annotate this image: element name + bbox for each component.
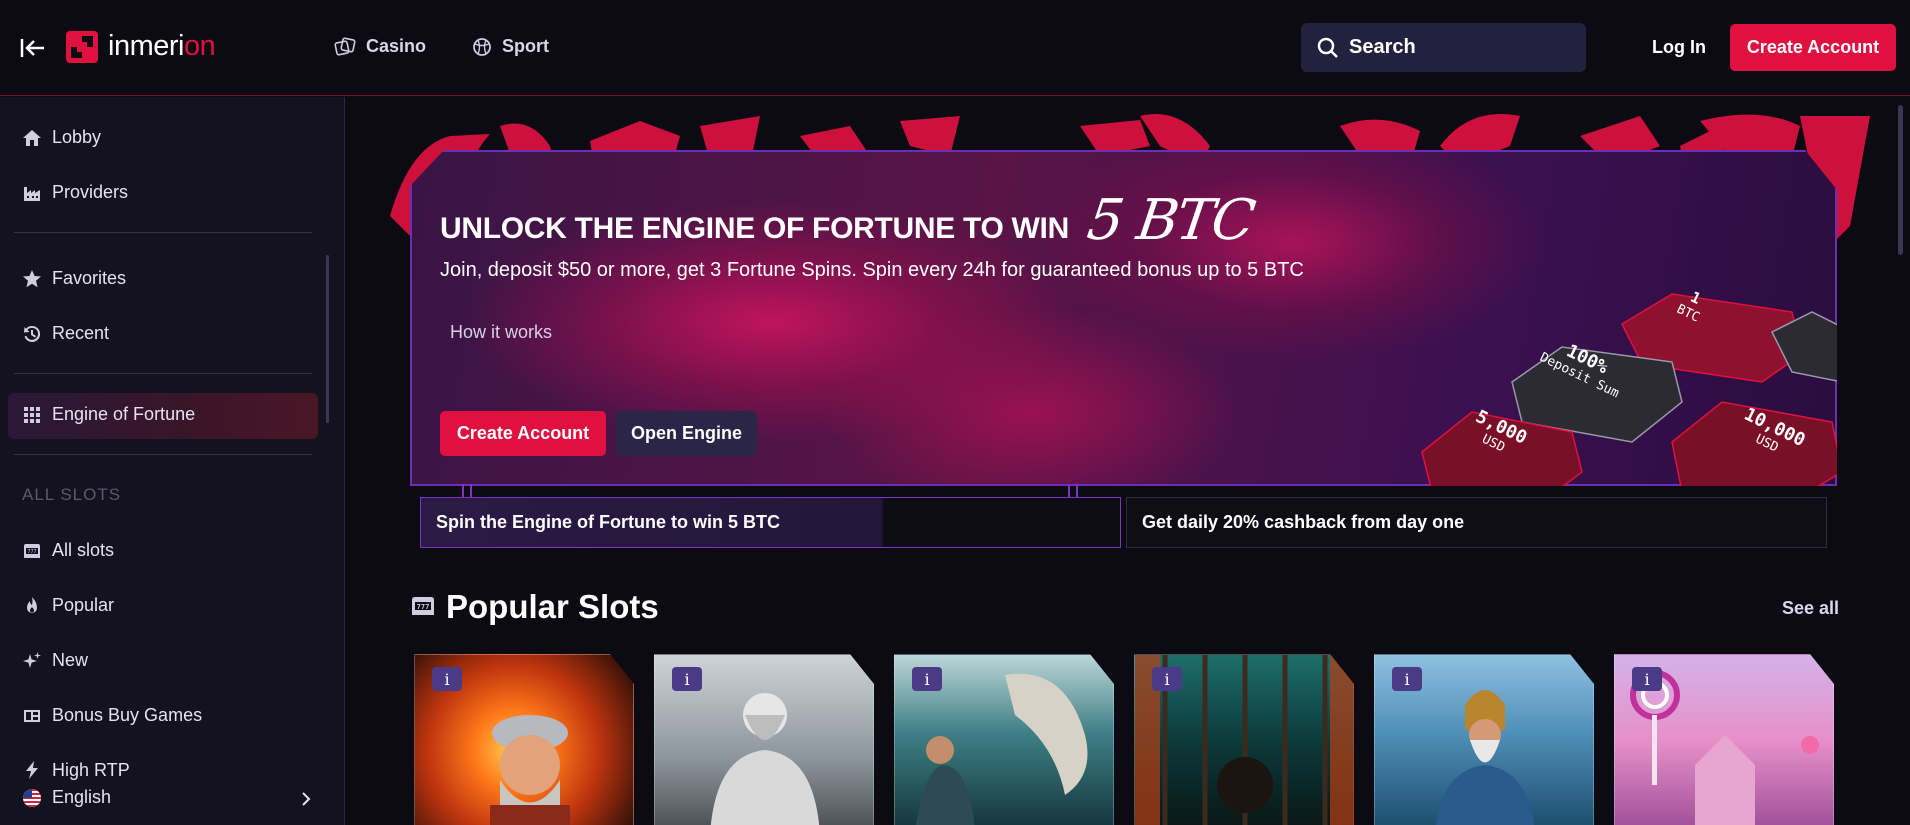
sidebar-scrollbar[interactable] xyxy=(326,255,329,423)
game-art xyxy=(470,695,590,825)
see-all-link[interactable]: See all xyxy=(1782,598,1839,619)
promo-card-fortune[interactable]: Spin the Engine of Fortune to win 5 BTC xyxy=(420,497,1121,548)
game-art xyxy=(1415,675,1555,825)
info-badge[interactable]: i xyxy=(672,667,702,691)
svg-text:777: 777 xyxy=(417,603,430,611)
info-badge[interactable]: i xyxy=(1152,667,1182,691)
sidebar-item-providers[interactable]: Providers xyxy=(22,182,128,203)
nav-casino[interactable]: Casino xyxy=(334,36,426,57)
sidebar-item-high-rtp[interactable]: High RTP xyxy=(22,760,130,780)
nav-sport-label: Sport xyxy=(502,36,550,56)
svg-text:777: 777 xyxy=(27,549,36,555)
sidebar-item-popular[interactable]: Popular xyxy=(22,595,114,616)
open-engine-button[interactable]: Open Engine xyxy=(616,411,757,456)
sidebar-item-label: Popular xyxy=(52,595,115,615)
sidebar-section-heading: ALL SLOTS xyxy=(22,485,122,504)
game-art xyxy=(695,675,835,825)
game-card[interactable]: i xyxy=(414,654,634,825)
game-card[interactable]: i xyxy=(894,654,1114,825)
sidebar-item-label: Favorites xyxy=(52,268,127,288)
sidebar-item-label: New xyxy=(52,650,89,670)
brand-logo[interactable]: inmerion xyxy=(66,30,216,63)
sidebar-item-lobby[interactable]: Lobby xyxy=(22,127,101,148)
banner-connector xyxy=(462,484,472,498)
main-scrollbar[interactable] xyxy=(1898,105,1903,255)
star-icon xyxy=(23,269,41,287)
search-icon xyxy=(1317,37,1338,58)
flame-icon xyxy=(27,596,37,613)
sidebar-item-label: Engine of Fortune xyxy=(52,404,196,424)
game-card[interactable]: i xyxy=(1374,654,1594,825)
casino-chip-icon xyxy=(334,36,356,56)
sidebar: Lobby Providers Favorites Recent Engine … xyxy=(0,97,345,825)
banner-subtitle: Join, deposit $50 or more, get 3 Fortune… xyxy=(440,259,1304,281)
sidebar-item-favorites[interactable]: Favorites xyxy=(22,268,126,289)
sidebar-item-label: Lobby xyxy=(52,127,102,147)
how-it-works-link[interactable]: How it works xyxy=(450,322,552,343)
header-create-account-button[interactable]: Create Account xyxy=(1730,24,1896,71)
sparkle-icon xyxy=(23,651,41,668)
info-badge[interactable]: i xyxy=(1632,667,1662,691)
game-card[interactable]: i xyxy=(1134,654,1354,825)
sidebar-item-label: Providers xyxy=(52,182,129,202)
sidebar-item-new[interactable]: New xyxy=(22,650,88,671)
sidebar-divider xyxy=(14,232,312,233)
sidebar-item-engine-of-fortune[interactable]: Engine of Fortune xyxy=(22,404,195,425)
nav-casino-label: Casino xyxy=(366,36,427,56)
banner-title-highlight: 5 BTC xyxy=(1083,188,1258,253)
info-badge[interactable]: i xyxy=(432,667,462,691)
sidebar-item-bonus-buy[interactable]: Bonus Buy Games xyxy=(22,705,202,726)
promo-label: Spin the Engine of Fortune to win 5 BTC xyxy=(436,512,780,532)
logo-wordmark: inmerion xyxy=(108,30,216,62)
banner-create-account-button[interactable]: Create Account xyxy=(440,411,606,456)
us-flag-icon xyxy=(23,788,41,807)
home-icon xyxy=(23,129,41,146)
popular-slots-heading: 777 Popular Slots xyxy=(410,588,659,626)
sidebar-item-label: All slots xyxy=(52,540,115,560)
sidebar-item-all-slots[interactable]: 777 All slots xyxy=(22,540,114,561)
collapse-sidebar-icon[interactable] xyxy=(18,34,46,62)
chevron-right-icon[interactable] xyxy=(296,789,316,809)
search-input[interactable]: Search xyxy=(1301,23,1586,72)
promo-label: Get daily 20% cashback from day one xyxy=(1142,512,1465,532)
info-badge[interactable]: i xyxy=(1392,667,1422,691)
sidebar-item-label: Bonus Buy Games xyxy=(52,705,203,725)
main-nav: Casino Sport xyxy=(334,36,549,57)
language-selector[interactable]: English xyxy=(22,787,111,808)
bonus-icon xyxy=(24,709,40,722)
sidebar-item-label: Recent xyxy=(52,323,110,343)
info-badge[interactable]: i xyxy=(912,667,942,691)
ball-icon xyxy=(473,37,491,56)
nav-sport[interactable]: Sport xyxy=(472,36,549,57)
promo-card-cashback[interactable]: Get daily 20% cashback from day one xyxy=(1126,497,1827,548)
game-card[interactable]: i xyxy=(654,654,874,825)
history-icon xyxy=(24,325,41,342)
sidebar-divider xyxy=(14,373,312,374)
top-header: inmerion Casino Sport Search Log In Crea… xyxy=(0,0,1910,96)
factory-icon xyxy=(24,186,40,201)
slot-machine-icon: 777 xyxy=(24,543,40,558)
grid-icon xyxy=(24,406,40,423)
language-label: English xyxy=(52,787,112,807)
game-card[interactable]: i xyxy=(1614,654,1834,825)
section-title: Popular Slots xyxy=(446,588,659,625)
sidebar-item-recent[interactable]: Recent xyxy=(22,323,109,344)
login-button[interactable]: Log In xyxy=(1652,37,1706,58)
banner-connector xyxy=(1068,484,1078,498)
logo-mark-icon xyxy=(66,30,98,63)
sidebar-item-label: High RTP xyxy=(52,760,130,780)
lightning-icon xyxy=(26,761,38,779)
slot-machine-icon: 777 xyxy=(412,597,434,615)
search-placeholder: Search xyxy=(1349,36,1416,58)
banner-title: UNLOCK THE ENGINE OF FORTUNE TO WIN xyxy=(440,212,1069,245)
sidebar-divider xyxy=(14,454,312,455)
